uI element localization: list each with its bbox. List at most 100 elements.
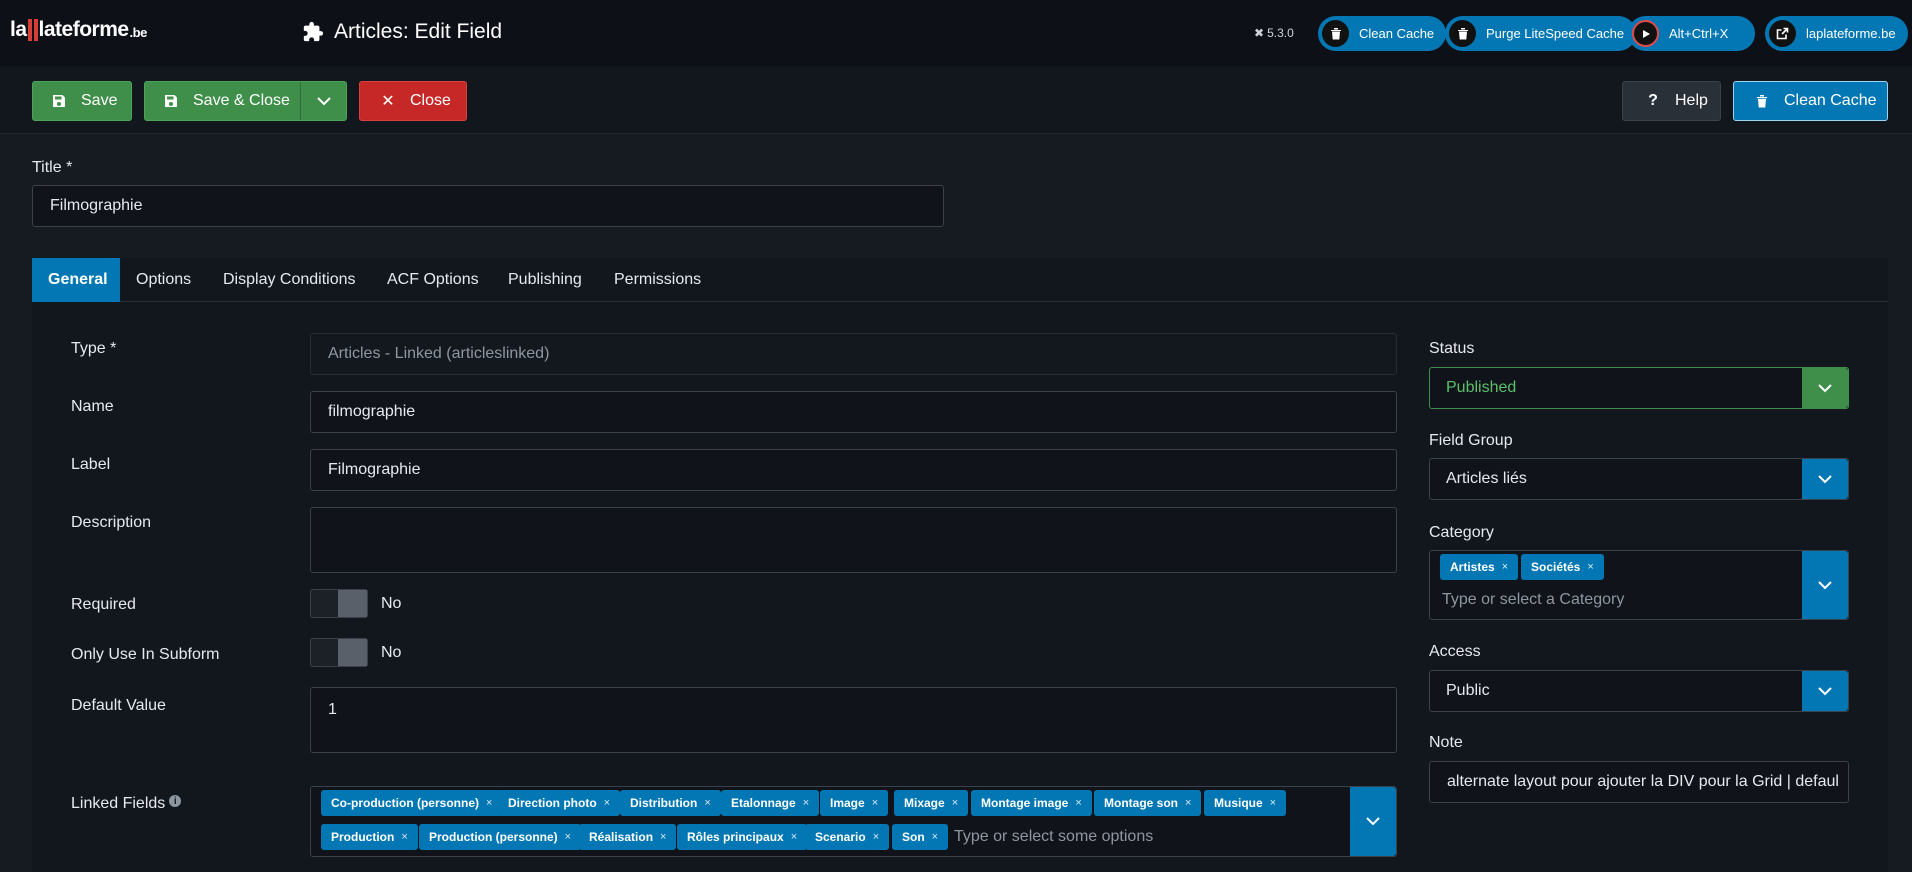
remove-tag-icon[interactable]: ×	[660, 831, 666, 843]
info-icon[interactable]: i	[169, 795, 182, 807]
default-value-textarea[interactable]: 1	[310, 687, 1397, 753]
chevron-down-icon	[1366, 817, 1380, 826]
toolbar-clean-cache-button[interactable]: Clean Cache	[1733, 81, 1888, 121]
field-group-select[interactable]: Articles liés	[1429, 458, 1849, 500]
header-clean-cache-button[interactable]: Clean Cache	[1318, 16, 1447, 51]
remove-tag-icon[interactable]: ×	[565, 831, 571, 843]
title-input[interactable]: Filmographie	[32, 185, 944, 227]
header-site-link-button[interactable]: laplateforme.be	[1765, 16, 1908, 51]
linked-field-tag[interactable]: Production (personne) ×	[419, 824, 582, 850]
header-purge-litespeed-button[interactable]: Purge LiteSpeed Cache	[1445, 16, 1637, 51]
field-group-value: Articles liés	[1446, 470, 1527, 487]
tab-general[interactable]: General	[32, 258, 120, 302]
tab-acf-options[interactable]: ACF Options	[371, 258, 495, 302]
linked-field-tag[interactable]: Scenario ×	[805, 824, 890, 850]
save-close-label: Save & Close	[193, 92, 290, 109]
remove-tag-icon[interactable]: ×	[873, 831, 879, 843]
remove-tag-icon[interactable]: ×	[401, 831, 407, 843]
access-dropdown-toggle[interactable]	[1802, 671, 1848, 711]
linked-field-tag[interactable]: Distribution ×	[620, 790, 721, 816]
tab-publishing[interactable]: Publishing	[492, 258, 598, 302]
floppy-disk-icon	[51, 94, 67, 108]
label-label: Label	[71, 456, 111, 473]
chevron-down-icon	[1818, 383, 1832, 392]
linked-fields-label-text: Linked Fields	[71, 795, 166, 812]
remove-tag-icon[interactable]: ×	[604, 797, 610, 809]
required-label: Required	[71, 596, 136, 613]
tab-display-conditions[interactable]: Display Conditions	[207, 258, 372, 302]
remove-tag-icon[interactable]: ×	[1270, 797, 1276, 809]
category-tag[interactable]: Sociétés ×	[1521, 554, 1604, 580]
note-label: Note	[1429, 734, 1463, 751]
pill-label: Alt+Ctrl+X	[1669, 26, 1729, 41]
only-subform-value: No	[381, 644, 402, 661]
remove-tag-icon[interactable]: ×	[486, 797, 492, 809]
linked-fields-search-input[interactable]: Type or select some options	[954, 828, 1153, 846]
logo-la: la	[10, 18, 27, 41]
remove-tag-icon[interactable]: ×	[1587, 561, 1593, 573]
status-select[interactable]: Published	[1429, 367, 1849, 409]
linked-field-tag[interactable]: Co-production (personne) ×	[321, 790, 503, 816]
linked-field-tag[interactable]: Image ×	[820, 790, 889, 816]
linked-field-tag[interactable]: Montage image ×	[971, 790, 1092, 816]
linked-field-tag[interactable]: Musique ×	[1204, 790, 1287, 816]
header-shortcut-button[interactable]: Alt+Ctrl+X	[1628, 16, 1755, 51]
linked-fields-dropdown-toggle[interactable]	[1350, 787, 1396, 856]
site-logo[interactable]: la lateforme .be	[10, 18, 147, 42]
linked-field-tag[interactable]: Mixage ×	[894, 790, 969, 816]
close-label: Close	[410, 92, 451, 109]
question-icon: ?	[1648, 92, 1658, 109]
close-button[interactable]: ✕ Close	[359, 81, 467, 121]
remove-tag-icon[interactable]: ×	[803, 797, 809, 809]
save-options-dropdown-toggle[interactable]	[301, 82, 347, 120]
joomla-icon: ✖	[1254, 26, 1265, 40]
status-label: Status	[1429, 340, 1475, 357]
remove-tag-icon[interactable]: ×	[1185, 797, 1191, 809]
category-dropdown-toggle[interactable]	[1802, 551, 1848, 619]
save-close-split-button: Save & Close	[144, 81, 347, 121]
remove-tag-icon[interactable]: ×	[952, 797, 958, 809]
remove-tag-icon[interactable]: ×	[791, 831, 797, 843]
remove-tag-icon[interactable]: ×	[704, 797, 710, 809]
save-label: Save	[81, 92, 118, 109]
save-close-button[interactable]: Save & Close	[145, 82, 300, 120]
remove-tag-icon[interactable]: ×	[1075, 797, 1081, 809]
linked-field-tag[interactable]: Etalonnage ×	[721, 790, 820, 816]
name-input[interactable]: filmographie	[310, 391, 1397, 433]
help-button[interactable]: ? Help	[1622, 81, 1721, 121]
remove-tag-icon[interactable]: ×	[872, 797, 878, 809]
required-toggle[interactable]	[310, 589, 368, 618]
tab-options[interactable]: Options	[120, 258, 207, 302]
logo-tld: .be	[129, 25, 148, 40]
field-group-dropdown-toggle[interactable]	[1802, 459, 1848, 499]
status-value: Published	[1446, 379, 1517, 396]
trash-icon	[1322, 20, 1349, 47]
pill-label: Clean Cache	[1359, 26, 1435, 41]
linked-field-tag[interactable]: Rôles principaux ×	[677, 824, 808, 850]
tab-permissions[interactable]: Permissions	[598, 258, 717, 302]
chevron-down-icon	[1818, 580, 1832, 589]
only-subform-toggle[interactable]	[310, 638, 368, 667]
category-tag[interactable]: Artistes ×	[1440, 554, 1519, 580]
version-text: 5.3.0	[1267, 26, 1294, 40]
pill-label: laplateforme.be	[1806, 26, 1896, 41]
remove-tag-icon[interactable]: ×	[1502, 561, 1508, 573]
remove-tag-icon[interactable]: ×	[932, 831, 938, 843]
play-icon	[1632, 20, 1659, 47]
linked-field-tag[interactable]: Son ×	[892, 824, 949, 850]
chevron-down-icon	[1818, 686, 1832, 695]
label-input[interactable]: Filmographie	[310, 449, 1397, 491]
pill-label: Purge LiteSpeed Cache	[1486, 26, 1625, 41]
description-textarea[interactable]	[310, 507, 1397, 573]
linked-field-tag[interactable]: Production ×	[321, 824, 418, 850]
category-search-input[interactable]: Type or select a Category	[1442, 591, 1624, 609]
linked-field-tag[interactable]: Direction photo ×	[498, 790, 621, 816]
access-select[interactable]: Public	[1429, 670, 1849, 712]
note-input[interactable]: alternate layout pour ajouter la DIV pou…	[1429, 761, 1849, 803]
linked-field-tag[interactable]: Montage son ×	[1094, 790, 1202, 816]
status-dropdown-toggle[interactable]	[1802, 368, 1848, 408]
save-button[interactable]: Save	[32, 81, 132, 121]
linked-field-tag[interactable]: Réalisation ×	[579, 824, 677, 850]
chevron-down-icon	[1818, 474, 1832, 483]
help-label: Help	[1675, 92, 1708, 109]
